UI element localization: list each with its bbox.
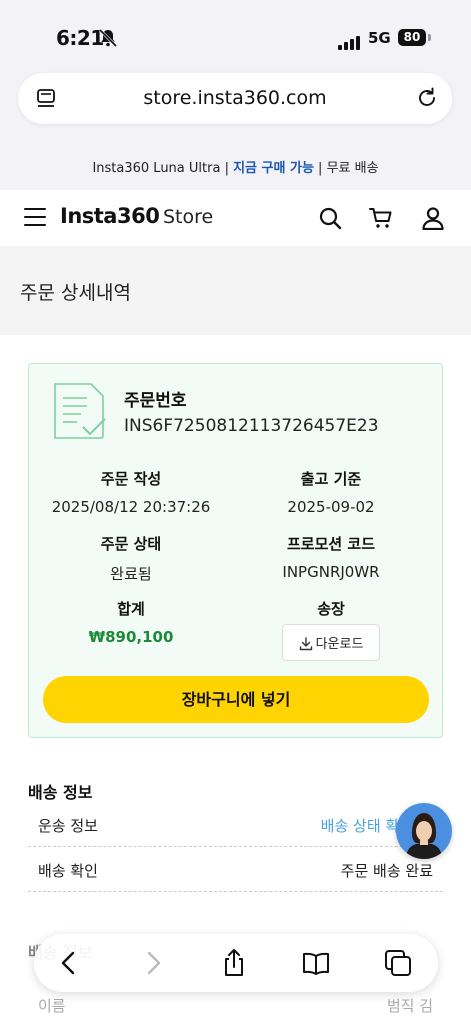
order-total: 합계 ₩890,100 <box>31 598 231 646</box>
order-detail-content: 주문번호 INS6F7250812113726457E23 주문 작성 2025… <box>0 335 471 1024</box>
status-time: 6:21 <box>56 26 104 50</box>
order-status: 주문 상태 완료됨 <box>31 533 231 584</box>
promo-banner[interactable]: Insta360 Luna Ultra | 지금 구매 가능 | 무료 배송 <box>0 146 471 190</box>
menu-icon[interactable] <box>24 208 46 226</box>
name-value: 범직 김 <box>386 997 433 1015</box>
order-number: INS6F7250812113726457E23 <box>124 416 379 436</box>
promo-product: Insta360 Luna Ultra <box>92 161 221 176</box>
address-bar[interactable]: store.insta360.com <box>18 73 452 124</box>
cart-icon[interactable] <box>369 206 393 230</box>
battery-icon: 80 <box>398 29 426 46</box>
bell-slash-icon <box>98 28 118 48</box>
page-title-bar: 주문 상세내역 <box>0 246 471 335</box>
ship-date-label: 출고 기준 <box>300 470 362 488</box>
document-check-icon <box>54 383 106 439</box>
promo-buy-link[interactable]: 지금 구매 가능 <box>233 161 314 176</box>
invoice-download-button[interactable]: 다운로드 <box>281 624 381 661</box>
order-created-label: 주문 작성 <box>100 470 162 488</box>
promo-separator: | <box>220 161 234 176</box>
promo-code: 프로모션 코드 INPGNRJ0WR <box>231 533 431 581</box>
promo-separator: | <box>313 161 327 176</box>
reload-icon[interactable] <box>416 87 438 109</box>
user-icon[interactable] <box>421 206 445 230</box>
add-to-cart-button[interactable]: 장바구니에 넣기 <box>43 676 429 723</box>
back-icon[interactable] <box>54 948 84 978</box>
order-summary-card: 주문번호 INS6F7250812113726457E23 주문 작성 2025… <box>28 363 443 738</box>
share-icon[interactable] <box>219 948 249 978</box>
forward-icon[interactable] <box>138 948 168 978</box>
shipping-row-label: 배송 확인 <box>38 862 98 880</box>
shipping-row-confirm: 배송 확인 주문 배송 완료 <box>28 848 443 892</box>
invoice-label: 송장 <box>317 600 345 618</box>
status-bar: 6:21 5G 80 <box>0 0 471 62</box>
ship-date-value: 2025-09-02 <box>287 498 375 516</box>
download-label: 다운로드 <box>315 637 364 652</box>
bookmarks-icon[interactable] <box>301 948 331 978</box>
promo-code-label: 프로모션 코드 <box>286 535 376 553</box>
invoice: 송장 다운로드 <box>231 598 431 661</box>
promo-shipping: 무료 배송 <box>326 161 379 176</box>
ship-date: 출고 기준 2025-09-02 <box>231 468 431 516</box>
order-total-value: ₩890,100 <box>88 628 174 646</box>
shipping-row-transport: 운송 정보 배송 상태 확인 <box>28 803 443 847</box>
name-label: 이름 <box>38 997 66 1015</box>
order-status-value: 완료됨 <box>110 565 152 583</box>
order-created: 주문 작성 2025/08/12 20:37:26 <box>31 468 231 516</box>
agent-portrait <box>396 803 452 859</box>
tabs-icon[interactable] <box>36 88 56 110</box>
browser-toolbar <box>34 934 438 992</box>
order-created-value: 2025/08/12 20:37:26 <box>51 498 211 516</box>
tabs-overview-icon[interactable] <box>383 948 413 978</box>
page-title: 주문 상세내역 <box>20 282 131 304</box>
shipping-section-title: 배송 정보 <box>28 783 93 802</box>
url-text[interactable]: store.insta360.com <box>78 87 392 109</box>
shipping-row-label: 운송 정보 <box>38 817 98 835</box>
promo-code-value: INPGNRJ0WR <box>282 563 380 581</box>
order-status-label: 주문 상태 <box>100 535 162 553</box>
store-label[interactable]: Store <box>163 206 213 228</box>
order-total-label: 합계 <box>117 600 145 618</box>
order-number-label: 주문번호 <box>124 391 187 411</box>
network-type: 5G <box>368 29 391 47</box>
battery-tip <box>428 34 431 41</box>
shipping-row-value: 주문 배송 완료 <box>340 862 433 880</box>
site-logo[interactable]: Insta360 <box>60 204 160 228</box>
support-agent-avatar[interactable] <box>396 803 452 859</box>
download-icon <box>299 637 312 651</box>
site-header: Insta360 Store <box>0 190 471 246</box>
signal-icon <box>338 31 362 50</box>
search-icon[interactable] <box>318 206 342 230</box>
